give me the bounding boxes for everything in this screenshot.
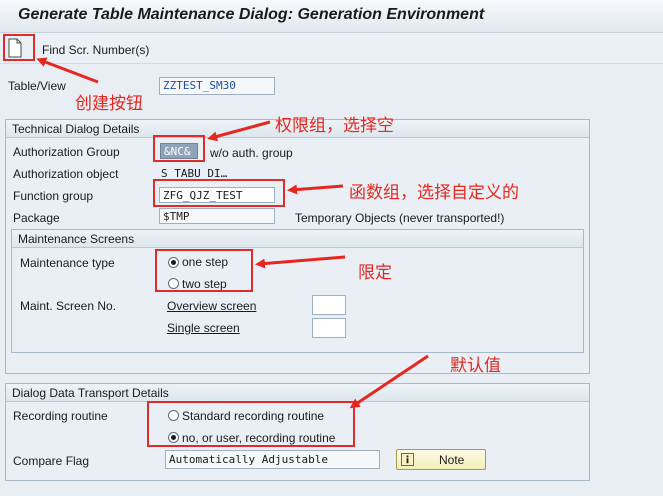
annotation-arrows <box>36 57 429 409</box>
arrow-create-button <box>36 57 99 84</box>
arrow-function-group <box>287 184 344 195</box>
arrow-limit <box>255 255 346 269</box>
arrow-default <box>349 354 429 409</box>
arrow-auth-group <box>207 120 271 142</box>
